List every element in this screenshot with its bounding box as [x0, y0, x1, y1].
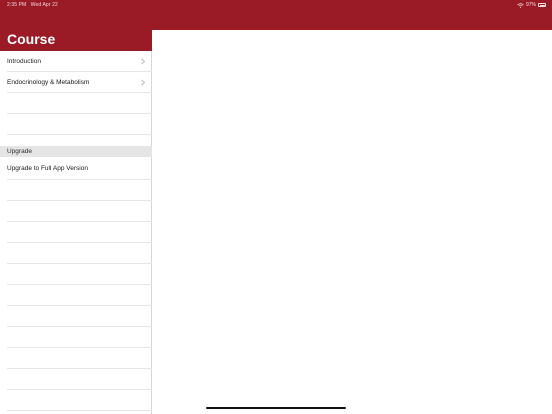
empty-row	[0, 306, 152, 327]
app-screen: 2:35 PM Wed Apr 22 Course Introduction E…	[0, 0, 552, 414]
section-header-upgrade: Upgrade	[0, 146, 152, 157]
list-item-introduction[interactable]: Introduction	[0, 51, 152, 72]
status-date: Wed Apr 22	[30, 2, 58, 8]
empty-row	[0, 369, 152, 390]
detail-navigation-bar: 97%	[152, 0, 552, 30]
battery-icon	[538, 3, 546, 7]
navigation-bar: 2:35 PM Wed Apr 22 Course	[0, 0, 152, 51]
empty-row	[0, 264, 152, 285]
chevron-right-icon	[141, 58, 146, 65]
wifi-icon	[517, 2, 524, 8]
home-indicator[interactable]	[206, 407, 346, 409]
empty-row	[0, 222, 152, 243]
empty-row	[0, 243, 152, 264]
empty-row	[0, 348, 152, 369]
upgrade-full-version-item[interactable]: Upgrade to Full App Version	[0, 157, 152, 180]
status-indicators: 97%	[517, 2, 546, 8]
course-list: Introduction Endocrinology & Metabolism …	[0, 51, 152, 411]
empty-row	[0, 180, 152, 201]
status-time: 2:35 PM	[7, 2, 27, 8]
battery-percent: 97%	[525, 2, 536, 8]
empty-row	[0, 201, 152, 222]
page-title: Course	[7, 31, 56, 47]
empty-row	[0, 390, 152, 411]
empty-row	[0, 93, 152, 114]
list-item-endocrinology[interactable]: Endocrinology & Metabolism	[0, 72, 152, 93]
empty-row	[0, 327, 152, 348]
master-pane: 2:35 PM Wed Apr 22 Course Introduction E…	[0, 0, 152, 414]
empty-row	[0, 285, 152, 306]
battery-level	[539, 4, 546, 7]
status-time-date: 2:35 PM Wed Apr 22	[7, 2, 58, 8]
list-item-label: Introduction	[7, 58, 41, 65]
empty-row	[0, 114, 152, 135]
chevron-right-icon	[141, 79, 146, 86]
list-item-label: Endocrinology & Metabolism	[7, 79, 90, 86]
